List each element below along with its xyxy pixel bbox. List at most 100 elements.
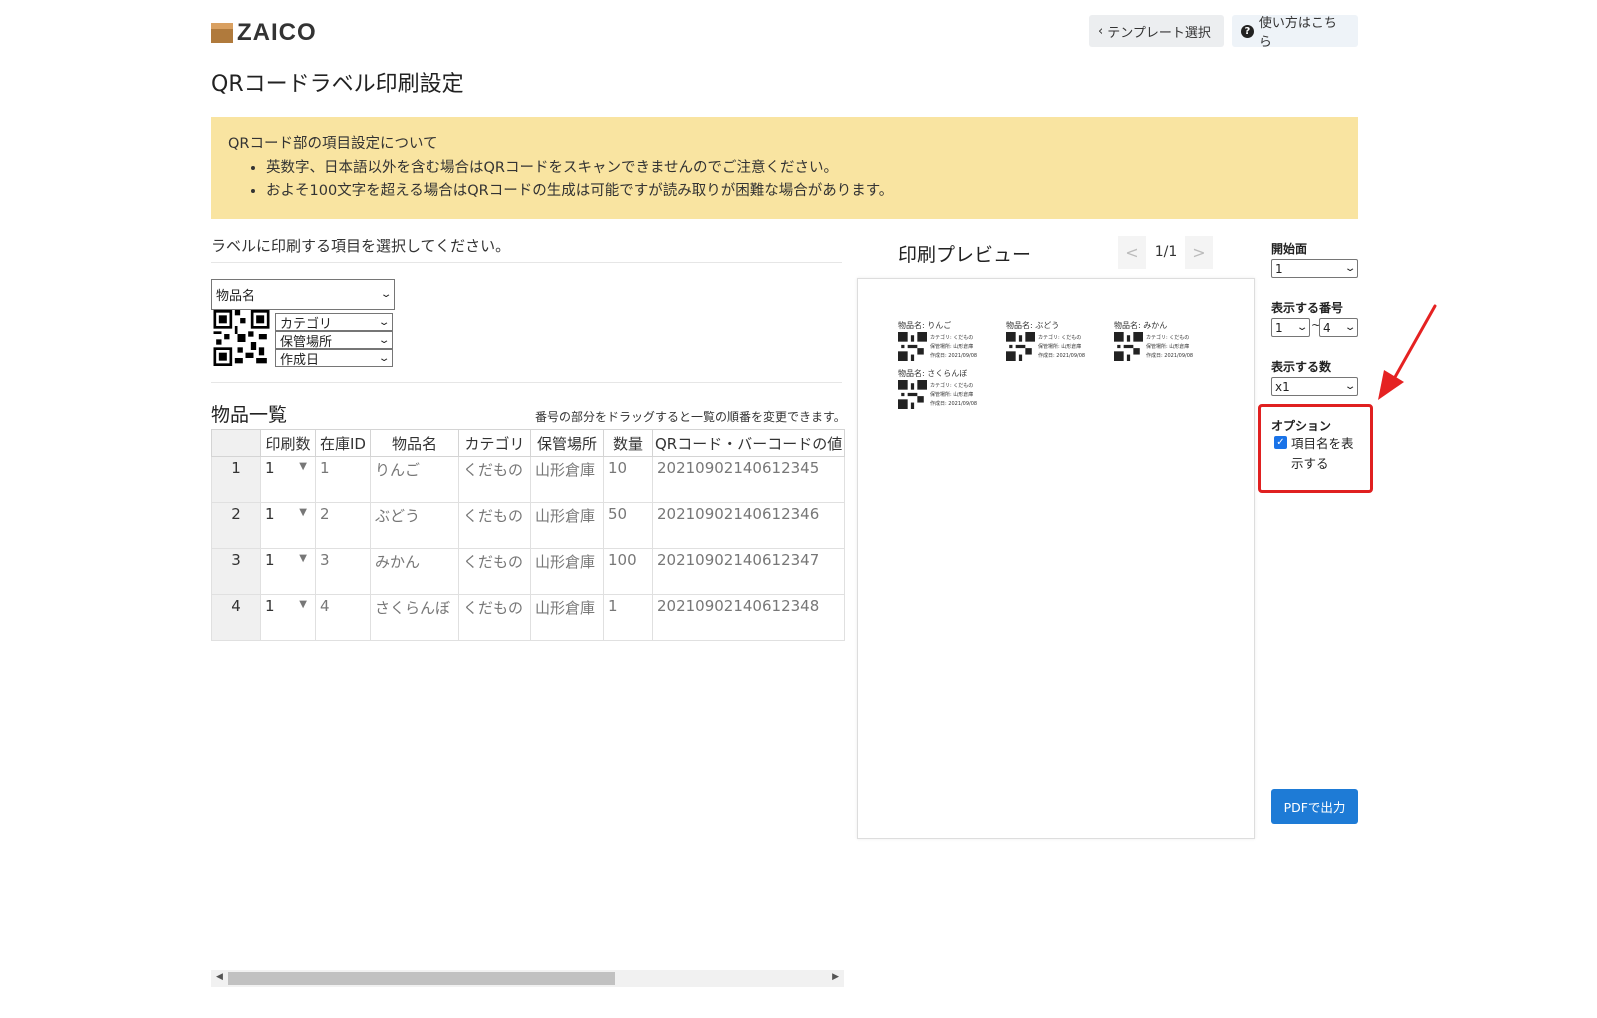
- print-count-value: 1: [265, 551, 275, 569]
- print-count-select[interactable]: 1 ▼: [260, 502, 316, 549]
- chevron-left-icon: <: [1125, 243, 1139, 262]
- quantity-cell: 1: [603, 594, 653, 641]
- option-label: オプション: [1271, 419, 1332, 433]
- top-field-select[interactable]: 物品名 ⌄: [211, 279, 395, 310]
- preview-label: 物品名: さくらんぼ カテゴリ: くだもの 保管場所: 山形倉庫 作成日: 20…: [898, 368, 998, 416]
- code-value-cell: 20210902140612346: [652, 502, 845, 549]
- display-count-select[interactable]: x1 ⌄: [1271, 377, 1358, 396]
- category-cell: くだもの: [458, 548, 531, 595]
- preview-label-line: 保管場所: 山形倉庫: [1146, 344, 1190, 350]
- items-list-title: 物品一覧: [211, 404, 288, 426]
- code-value-cell: 20210902140612348: [652, 594, 845, 641]
- col-header-category[interactable]: カテゴリ: [458, 429, 531, 457]
- item-name-cell: みかん: [370, 548, 459, 595]
- stock-id-cell: 3: [315, 548, 371, 595]
- preview-label-info: カテゴリ: くだもの 保管場所: 山形倉庫 作成日: 2021/09/08: [930, 382, 977, 409]
- template-select-button[interactable]: ‹ テンプレート選択: [1089, 15, 1224, 47]
- preview-label: 物品名: ぶどう カテゴリ: くだもの 保管場所: 山形倉庫 作成日: 2021…: [1006, 320, 1106, 368]
- row-drag-handle[interactable]: 3: [211, 548, 261, 595]
- preview-label: 物品名: りんご カテゴリ: くだもの 保管場所: 山形倉庫 作成日: 2021…: [898, 320, 998, 368]
- chevron-down-icon: ⌄: [377, 352, 391, 364]
- col-header-location[interactable]: 保管場所: [530, 429, 604, 457]
- location-cell: 山形倉庫: [530, 502, 604, 549]
- display-count-value: x1: [1275, 379, 1290, 394]
- preview-label-line: 保管場所: 山形倉庫: [1038, 344, 1082, 350]
- top-field-value: 物品名: [216, 289, 256, 304]
- preview-label-line: 保管場所: 山形倉庫: [930, 344, 974, 350]
- preview-label-info: カテゴリ: くだもの 保管場所: 山形倉庫 作成日: 2021/09/08: [1146, 334, 1193, 361]
- preview-label-name: 物品名: りんご: [898, 321, 952, 330]
- preview-label-line: 保管場所: 山形倉庫: [930, 392, 974, 398]
- table-row: 1 1 ▼ 1 りんご くだもの 山形倉庫 10 2021090214061234…: [211, 456, 845, 503]
- drag-note: 番号の部分をドラッグすると一覧の順番を変更できます。: [535, 410, 846, 424]
- chevron-down-icon: ⌄: [377, 334, 391, 346]
- row-drag-handle[interactable]: 1: [211, 456, 261, 503]
- chevron-down-icon: ⌄: [377, 316, 391, 328]
- col-header-print-count[interactable]: 印刷数: [260, 429, 316, 457]
- template-select-label: テンプレート選択: [1107, 25, 1211, 41]
- show-field-names-label[interactable]: 項目名を表示する: [1291, 434, 1361, 474]
- print-count-select[interactable]: 1 ▼: [260, 456, 316, 503]
- chevron-right-icon: >: [1192, 243, 1206, 262]
- side-field-select-1[interactable]: カテゴリ ⌄: [275, 313, 393, 332]
- export-pdf-button[interactable]: PDFで出力: [1271, 789, 1358, 824]
- item-name-cell: さくらんぼ: [370, 594, 459, 641]
- range-to-value: 4: [1323, 320, 1331, 335]
- box-logo-icon: [211, 23, 233, 43]
- scroll-right-icon[interactable]: ▶: [832, 972, 839, 982]
- notice-item: 英数字、日本語以外を含む場合はQRコードをスキャンできませんのでご注意ください。: [266, 157, 1341, 181]
- divider: [211, 262, 842, 263]
- red-arrow-annotation-icon: [1378, 304, 1437, 400]
- preview-prev-page-button[interactable]: <: [1118, 236, 1146, 269]
- side-field-value: カテゴリ: [280, 316, 333, 332]
- help-label: 使い方はこちら: [1258, 16, 1337, 50]
- print-count-select[interactable]: 1 ▼: [260, 594, 316, 641]
- dropdown-arrow-icon: ▼: [299, 507, 307, 518]
- preview-label-line: カテゴリ: くだもの: [930, 383, 974, 389]
- display-range-label: 表示する番号: [1271, 301, 1344, 315]
- show-field-names-checkbox[interactable]: ✓: [1274, 436, 1287, 449]
- help-button[interactable]: ? 使い方はこちら: [1232, 15, 1358, 50]
- range-to-select[interactable]: 4 ⌄: [1319, 318, 1358, 337]
- start-position-select[interactable]: 1 ⌄: [1271, 259, 1358, 278]
- location-cell: 山形倉庫: [530, 594, 604, 641]
- col-header-quantity[interactable]: 数量: [603, 429, 653, 457]
- chevron-down-icon: ⌄: [1343, 322, 1357, 333]
- side-field-value: 保管場所: [280, 334, 333, 350]
- notice-item: およそ100文字を超える場合はQRコードの生成は可能ですが読み取りが困難な場合が…: [266, 180, 1341, 204]
- col-header-code-value[interactable]: QRコード・バーコードの値: [652, 429, 845, 457]
- table-row: 4 1 ▼ 4 さくらんぼ くだもの 山形倉庫 1 202109021406123…: [211, 594, 845, 641]
- scroll-left-icon[interactable]: ◀: [216, 972, 223, 982]
- category-cell: くだもの: [458, 502, 531, 549]
- table-horizontal-scrollbar[interactable]: ◀ ▶: [211, 970, 844, 987]
- preview-label-line: カテゴリ: くだもの: [1146, 335, 1190, 341]
- category-cell: くだもの: [458, 456, 531, 503]
- quantity-cell: 100: [603, 548, 653, 595]
- display-count-label: 表示する数: [1271, 360, 1332, 374]
- quantity-cell: 50: [603, 502, 653, 549]
- range-from-value: 1: [1275, 320, 1283, 335]
- page-title: QRコードラベル印刷設定: [211, 72, 464, 97]
- side-field-select-2[interactable]: 保管場所 ⌄: [275, 331, 393, 350]
- preview-label: 物品名: みかん カテゴリ: くだもの 保管場所: 山形倉庫 作成日: 2021…: [1114, 320, 1214, 368]
- qr-code-icon: [1114, 332, 1143, 361]
- print-count-select[interactable]: 1 ▼: [260, 548, 316, 595]
- stock-id-cell: 4: [315, 594, 371, 641]
- row-drag-handle[interactable]: 2: [211, 502, 261, 549]
- zaico-logo[interactable]: ZAICO: [211, 18, 317, 48]
- divider: [211, 382, 842, 383]
- qr-code-icon: [898, 380, 927, 409]
- col-header-number: [211, 429, 261, 457]
- item-name-cell: ぶどう: [370, 502, 459, 549]
- chevron-down-icon: ⌄: [1343, 263, 1357, 274]
- table-header-row: 印刷数 在庫ID 物品名 カテゴリ 保管場所 数量 QRコード・バーコードの値: [211, 429, 845, 457]
- table-row: 3 1 ▼ 3 みかん くだもの 山形倉庫 100 202109021406123…: [211, 548, 845, 595]
- qr-notice-box: QRコード部の項目設定について 英数字、日本語以外を含む場合はQRコードをスキャ…: [211, 117, 1358, 219]
- col-header-stock-id[interactable]: 在庫ID: [315, 429, 371, 457]
- preview-next-page-button[interactable]: >: [1185, 236, 1213, 269]
- col-header-item-name[interactable]: 物品名: [370, 429, 459, 457]
- scrollbar-thumb[interactable]: [228, 972, 615, 985]
- side-field-select-3[interactable]: 作成日 ⌄: [275, 349, 393, 368]
- range-from-select[interactable]: 1 ⌄: [1271, 318, 1310, 337]
- row-drag-handle[interactable]: 4: [211, 594, 261, 641]
